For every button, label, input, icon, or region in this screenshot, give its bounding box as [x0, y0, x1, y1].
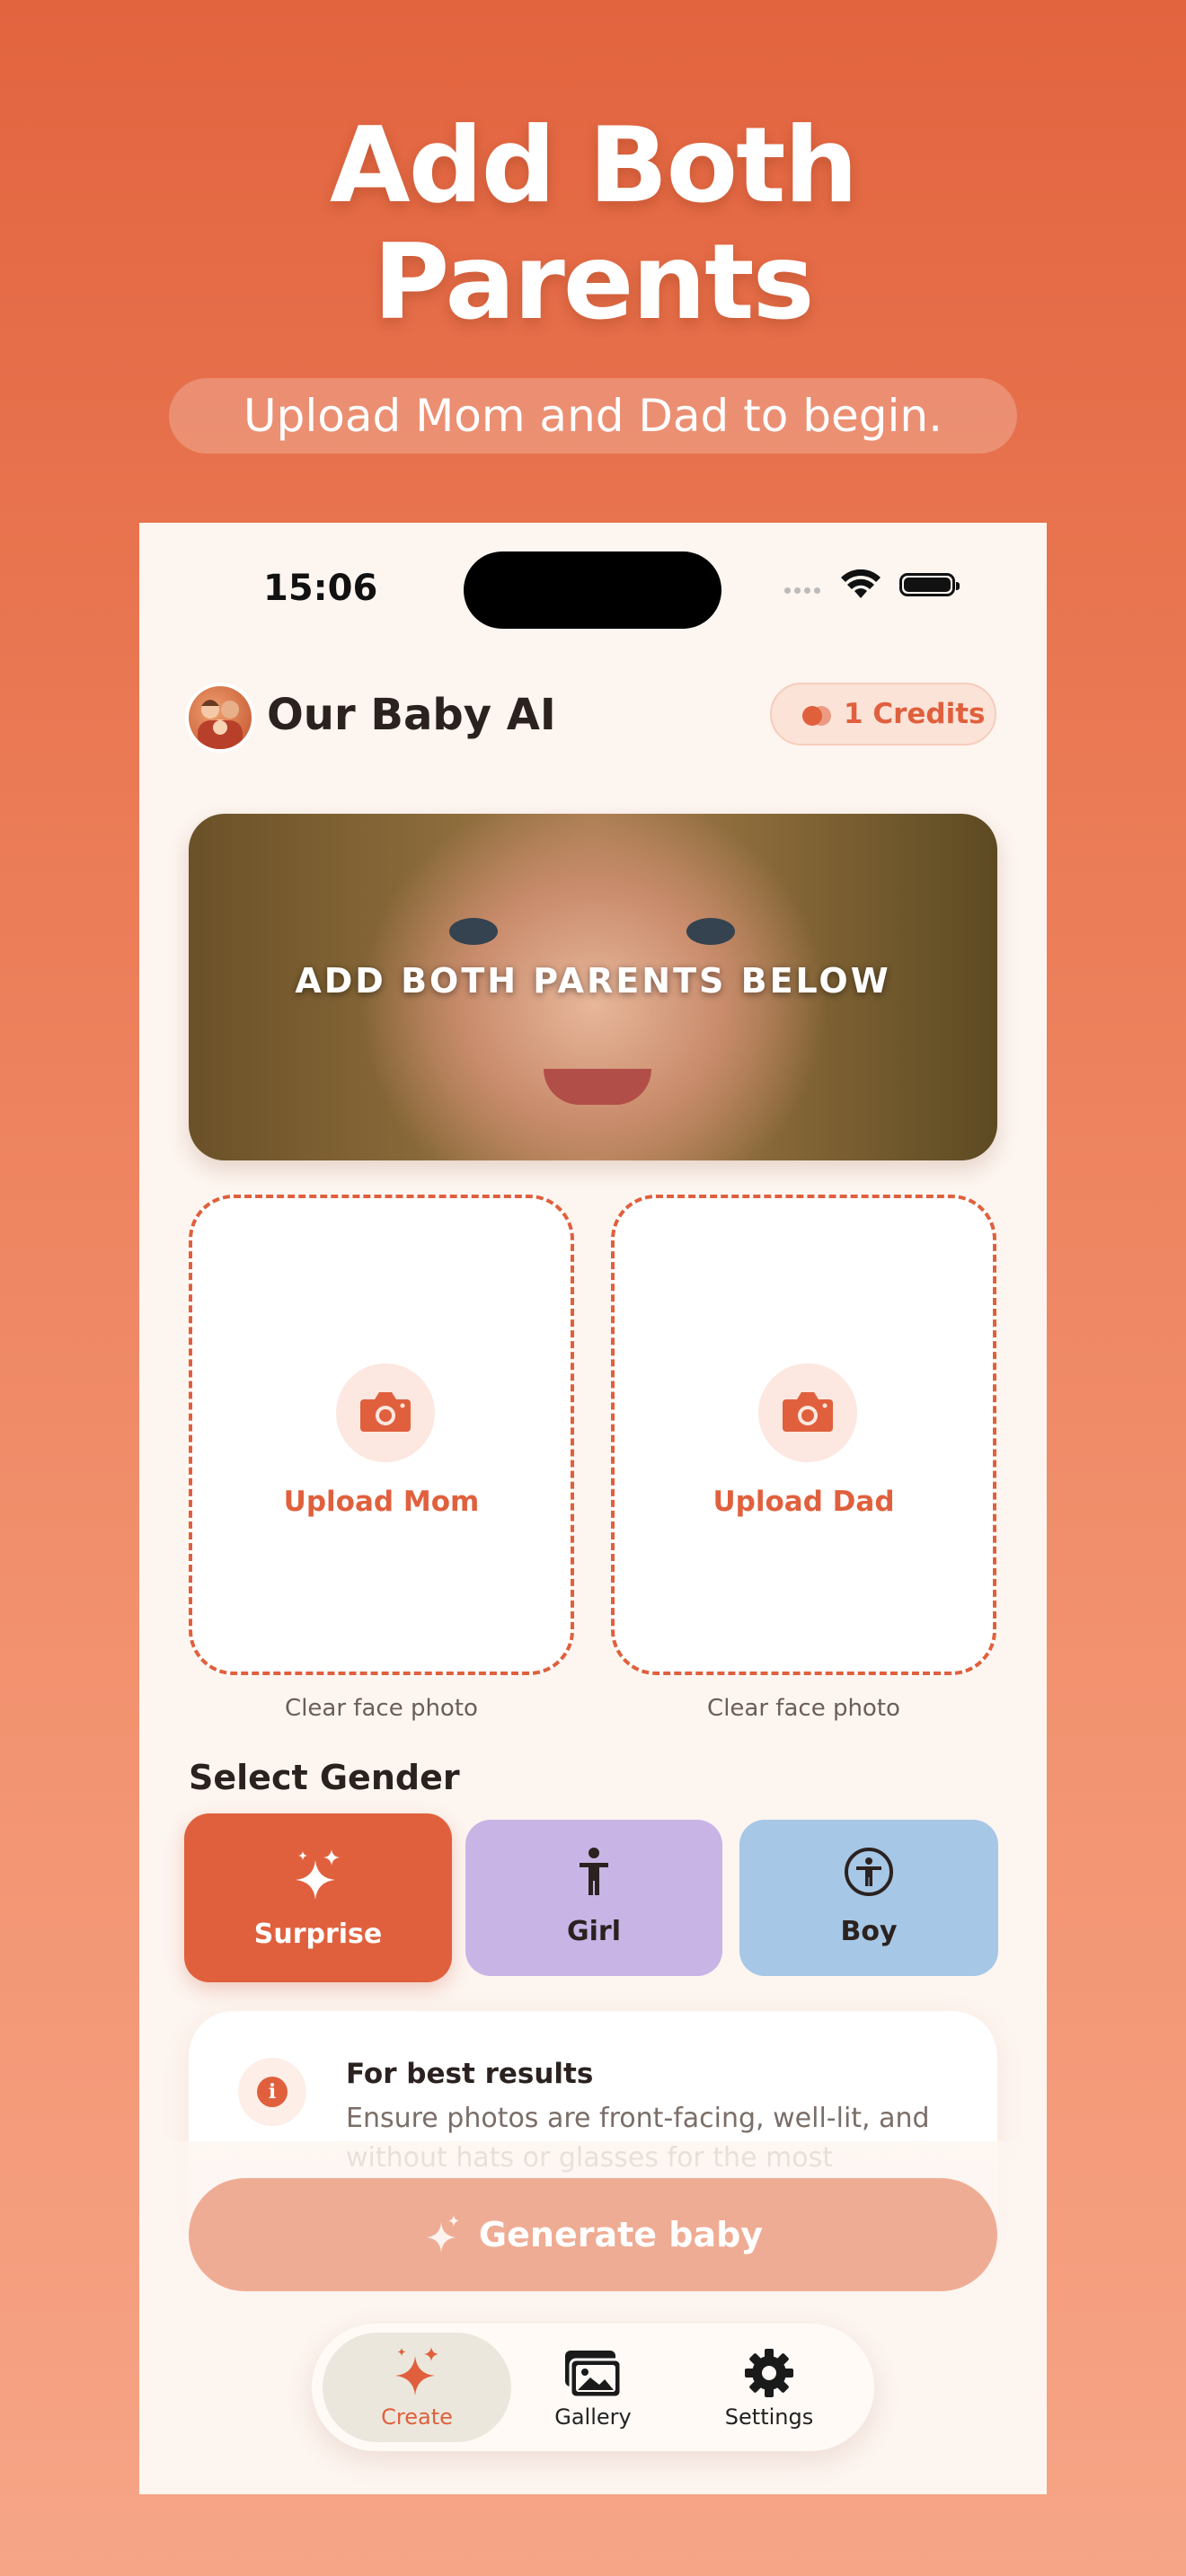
upload-dad-button[interactable]: Upload Dad [611, 1195, 996, 1675]
upload-dad-caption: Clear face photo [707, 1695, 900, 1722]
hero-image-mouth [544, 1069, 651, 1105]
battery-icon [899, 573, 960, 596]
promo-headline: Add Both Parents [0, 108, 1186, 341]
headline-line-1: Add Both [329, 105, 858, 226]
upload-mom-caption: Clear face photo [285, 1695, 478, 1722]
camera-icon [783, 1392, 833, 1432]
hero-image-eye [449, 918, 498, 945]
signal-icon [784, 580, 824, 597]
upload-dad-label: Upload Dad [712, 1486, 895, 1518]
tab-create[interactable]: Create [323, 2333, 511, 2442]
gender-section-title: Select Gender [189, 1758, 460, 1797]
dynamic-island [464, 551, 721, 629]
generate-label: Generate baby [478, 2215, 764, 2254]
gender-option-boy[interactable]: Boy [739, 1820, 998, 1976]
sparkles-icon [395, 2347, 438, 2395]
gender-option-label: Surprise [253, 1919, 383, 1950]
tab-label: Settings [724, 2404, 814, 2430]
headline-line-2: Parents [373, 222, 814, 343]
sparkles-icon [426, 2214, 459, 2253]
gear-icon [745, 2349, 793, 2397]
info-icon: i [257, 2077, 288, 2107]
tip-title: For best results [346, 2058, 594, 2090]
person-icon [580, 1848, 608, 1895]
hero-overlay-text: ADD BOTH PARENTS BELOW [295, 961, 891, 1001]
hero-banner: ADD BOTH PARENTS BELOW [189, 814, 997, 1160]
tab-bar: Create Gallery Settings [312, 2324, 874, 2451]
gender-option-label: Boy [840, 1916, 898, 1947]
upload-mom-button[interactable]: Upload Mom [189, 1195, 574, 1675]
generate-baby-button[interactable]: Generate baby [189, 2178, 997, 2291]
promo-subtitle: Upload Mom and Dad to begin. [169, 378, 1017, 454]
gender-option-surprise[interactable]: Surprise [184, 1813, 452, 1982]
upload-mom-label: Upload Mom [283, 1486, 480, 1518]
credits-label: 1 Credits [844, 698, 986, 730]
tab-label: Create [381, 2404, 453, 2430]
hero-image-eye [686, 918, 735, 945]
photos-icon [565, 2351, 623, 2399]
gender-option-girl[interactable]: Girl [465, 1820, 722, 1976]
tab-settings[interactable]: Settings [675, 2333, 863, 2442]
credits-badge[interactable]: 1 Credits [770, 683, 996, 745]
wifi-icon [841, 569, 881, 598]
app-title: Our Baby AI [267, 690, 556, 740]
status-time: 15:06 [263, 568, 378, 609]
gender-option-label: Girl [567, 1916, 621, 1947]
app-logo [189, 686, 252, 749]
phone-screen: 15:06 Our Baby AI 1 Credits ADD BOTH PAR… [139, 523, 1047, 2494]
tab-gallery[interactable]: Gallery [499, 2333, 687, 2442]
tab-label: Gallery [554, 2404, 632, 2430]
sparkles-icon [296, 1849, 340, 1900]
accessibility-icon [845, 1848, 893, 1896]
camera-icon [360, 1392, 411, 1432]
